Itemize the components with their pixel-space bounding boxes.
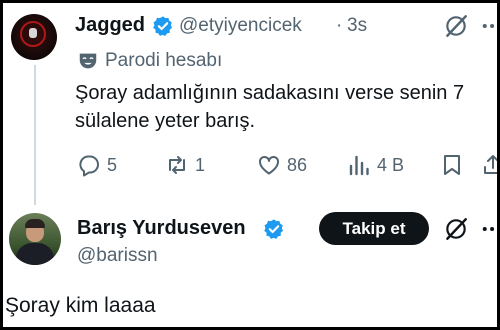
profile-display-name[interactable]: Barış Yurduseven bbox=[77, 217, 246, 240]
bookmark-icon[interactable] bbox=[440, 153, 464, 177]
parody-mask-icon bbox=[79, 53, 97, 69]
tweet-text-line-2: sülalene yeter barış. bbox=[75, 110, 256, 132]
repost-count: 1 bbox=[195, 154, 206, 175]
more-icon[interactable] bbox=[482, 218, 500, 240]
profile-handle[interactable]: @barissn bbox=[77, 245, 158, 267]
avatar-baris[interactable] bbox=[9, 213, 61, 265]
repost-icon bbox=[169, 156, 185, 174]
repost-button[interactable]: 1 bbox=[165, 153, 205, 177]
avatar-body-decoration bbox=[16, 243, 54, 265]
profile-bio: Şoray kim laaaa bbox=[5, 294, 156, 317]
share-icon[interactable] bbox=[481, 153, 500, 177]
like-count: 86 bbox=[287, 154, 308, 175]
grok-icon[interactable] bbox=[443, 216, 469, 242]
verified-badge-icon bbox=[264, 219, 283, 239]
avatar-figure-decoration bbox=[29, 28, 37, 38]
reply-button[interactable]: 5 bbox=[77, 153, 117, 177]
avatar-jagged[interactable] bbox=[11, 14, 57, 60]
tweet-author-handle[interactable]: @etyiyencicek bbox=[179, 15, 302, 37]
meta-separator: · bbox=[336, 15, 343, 36]
views-button[interactable]: 4 B bbox=[347, 153, 404, 177]
views-count: 4 B bbox=[377, 154, 405, 175]
reply-icon bbox=[79, 155, 99, 177]
reply-count: 5 bbox=[107, 154, 118, 175]
views-icon bbox=[349, 155, 369, 176]
like-button[interactable]: 86 bbox=[257, 153, 307, 177]
like-icon bbox=[259, 155, 279, 175]
follow-button[interactable]: Takip et bbox=[319, 212, 429, 245]
tweet-text-line-1: Şoray adamlığının sadakasını verse senin… bbox=[75, 82, 465, 104]
screenshot-frame: Jagged @etyiyencicek · 3s Parodi hesabı … bbox=[0, 0, 500, 330]
avatar-hair-decoration bbox=[25, 219, 45, 228]
tweet-timestamp[interactable]: 3s bbox=[347, 15, 367, 37]
verified-badge-icon bbox=[153, 16, 172, 36]
grok-icon[interactable] bbox=[443, 13, 469, 39]
thread-connector-line bbox=[34, 65, 36, 205]
more-icon[interactable] bbox=[482, 15, 500, 37]
tweet-author-name[interactable]: Jagged bbox=[75, 14, 145, 37]
parody-label: Parodi hesabı bbox=[105, 50, 223, 71]
